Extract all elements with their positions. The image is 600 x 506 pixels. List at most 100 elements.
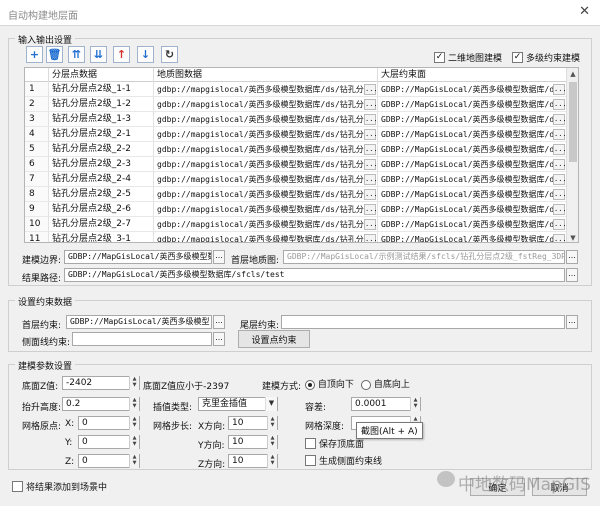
tolerance-spinner[interactable]: ▲ ▼ (410, 397, 420, 411)
lift-height-spinner[interactable]: ▲ ▼ (129, 397, 139, 411)
column-header-layer[interactable]: 分层点数据 (49, 68, 154, 82)
cell-browse-button[interactable]: ... (553, 203, 566, 215)
cell-browse-button[interactable]: ... (553, 158, 566, 170)
constraint-cell[interactable]: GDBP://MapGisLocal/英西多级模型数据库/ds/...... (378, 187, 567, 202)
table-row[interactable]: 3 钻孔分层点2级_1-3 gdbp://mapgislocal/英西多级模型数据库… (25, 112, 567, 127)
result-path-field[interactable]: GDBP://MapGisLocal/英西多级模型数据库/sfcls/test (64, 268, 565, 282)
side-constraint-field[interactable] (72, 332, 212, 346)
map-cell[interactable]: gdbp://mapgislocal/英西多级模型数据库/ds/钻孔分.....… (154, 82, 378, 97)
move-top-button[interactable]: ⇈ (68, 46, 85, 63)
constraint-cell[interactable]: GDBP://MapGisLocal/英西多级模型数据库/ds/...... (378, 112, 567, 127)
layer-cell[interactable]: 钻孔分层点2级_2-5 (49, 187, 154, 202)
tail-constraint-field[interactable] (281, 315, 565, 329)
column-header-map[interactable]: 地质图数据 (154, 68, 378, 82)
bottom-up-radio[interactable]: 自底向上 (361, 377, 410, 390)
map-cell[interactable]: gdbp://mapgislocal/英西多级模型数据库/ds/钻孔分.....… (154, 172, 378, 187)
cell-browse-button[interactable]: ... (553, 218, 566, 230)
gen-side-lines-checkbox[interactable]: 生成侧面约束线 (305, 454, 382, 467)
map-cell[interactable]: gdbp://mapgislocal/英西多级模型数据库/ds/钻孔分.....… (154, 157, 378, 172)
move-up-button[interactable]: ↑ (113, 46, 130, 63)
table-row[interactable]: 10 钻孔分层点2级_2-7 gdbp://mapgislocal/英西多级模型数据… (25, 217, 567, 232)
table-row[interactable]: 8 钻孔分层点2级_2-5 gdbp://mapgislocal/英西多级模型数据库… (25, 187, 567, 202)
cell-browse-button[interactable]: ... (364, 173, 377, 185)
constraint-cell[interactable]: GDBP://MapGisLocal/英西多级模型数据库/ds/...... (378, 142, 567, 157)
cell-browse-button[interactable]: ... (553, 143, 566, 155)
scroll-down-icon[interactable]: ▼ (567, 232, 578, 242)
top-constraint-field[interactable]: GDBP://MapGisLocal/英西多级模型 (66, 315, 212, 329)
scroll-up-icon[interactable]: ▲ (567, 68, 578, 80)
delete-button[interactable]: 🗑 (46, 46, 63, 63)
result-path-browse-button[interactable]: ... (566, 268, 578, 282)
table-row[interactable]: 7 钻孔分层点2级_2-4 gdbp://mapgislocal/英西多级模型数据库… (25, 172, 567, 187)
layer-cell[interactable]: 钻孔分层点2级_2-6 (49, 202, 154, 217)
layer-cell[interactable]: 钻孔分层点2级_2-2 (49, 142, 154, 157)
origin-y-spinner[interactable]: ▲ ▼ (129, 435, 139, 449)
constraint-cell[interactable]: GDBP://MapGisLocal/英西多级模型数据库/ds/...... (378, 157, 567, 172)
layer-cell[interactable]: 钻孔分层点2级_1-2 (49, 97, 154, 112)
constraint-cell[interactable]: GDBP://MapGisLocal/英西多级模型数据库/ds/...... (378, 202, 567, 217)
cell-browse-button[interactable]: ... (364, 128, 377, 140)
cell-browse-button[interactable]: ... (553, 113, 566, 125)
cell-browse-button[interactable]: ... (364, 218, 377, 230)
surface2d-checkbox[interactable]: ✓ 二维地图建模 (434, 51, 502, 64)
constraint-cell[interactable]: GDBP://MapGisLocal/英西多级模型数据库/ds/...... (378, 217, 567, 232)
map-cell[interactable]: gdbp://mapgislocal/英西多级模型数据库/ds/钻孔分.....… (154, 112, 378, 127)
cell-browse-button[interactable]: ... (364, 143, 377, 155)
cell-browse-button[interactable]: ... (553, 173, 566, 185)
top-constraint-browse-button[interactable]: ... (213, 315, 225, 329)
set-point-constraint-button[interactable]: 设置点约束 (238, 330, 310, 348)
step-x-spinner[interactable]: ▲ ▼ (267, 416, 277, 430)
origin-x-spinner[interactable]: ▲ ▼ (129, 416, 139, 430)
map-cell[interactable]: gdbp://mapgislocal/英西多级模型数据库/ds/钻孔分.....… (154, 202, 378, 217)
multi-constraint-checkbox[interactable]: ✓ 多级约束建模 (512, 51, 580, 64)
grid-scrollbar[interactable]: ▲ ▼ (566, 68, 578, 242)
cell-browse-button[interactable]: ... (364, 233, 377, 242)
chevron-down-icon[interactable]: ▼ (265, 397, 277, 411)
table-row[interactable]: 2 钻孔分层点2级_1-2 gdbp://mapgislocal/英西多级模型数据库… (25, 97, 567, 112)
layer-cell[interactable]: 钻孔分层点2级_1-1 (49, 82, 154, 97)
step-y-spinner[interactable]: ▲ ▼ (267, 435, 277, 449)
cell-browse-button[interactable]: ... (364, 113, 377, 125)
origin-z-spinner[interactable]: ▲ ▼ (129, 454, 139, 468)
cell-browse-button[interactable]: ... (553, 188, 566, 200)
table-row[interactable]: 4 钻孔分层点2级_2-1 gdbp://mapgislocal/英西多级模型数据库… (25, 127, 567, 142)
constraint-cell[interactable]: GDBP://MapGisLocal/英西多级模型数据库/ds/...... (378, 232, 567, 242)
add-to-scene-checkbox[interactable]: 将结果添加到场景中 (12, 480, 107, 493)
layer-cell[interactable]: 钻孔分层点2级_2-7 (49, 217, 154, 232)
cell-browse-button[interactable]: ... (364, 203, 377, 215)
cell-browse-button[interactable]: ... (364, 188, 377, 200)
move-bottom-button[interactable]: ⇊ (90, 46, 107, 63)
top-map-field[interactable]: GDBP://MapGisLocal/示例测试结果/sfcls/钻孔分层点2级_… (283, 250, 565, 264)
table-row[interactable]: 9 钻孔分层点2级_2-6 gdbp://mapgislocal/英西多级模型数据库… (25, 202, 567, 217)
keep-top-bottom-checkbox[interactable]: 保存顶底面 (305, 437, 364, 450)
map-cell[interactable]: gdbp://mapgislocal/英西多级模型数据库/ds/钻孔分.....… (154, 187, 378, 202)
constraint-cell[interactable]: GDBP://MapGisLocal/英西多级模型数据库/ds/...... (378, 172, 567, 187)
map-cell[interactable]: gdbp://mapgislocal/英西多级模型数据库/ds/钻孔分.....… (154, 217, 378, 232)
layer-cell[interactable]: 钻孔分层点2级_2-1 (49, 127, 154, 142)
move-down-button[interactable]: ↓ (137, 46, 154, 63)
cell-browse-button[interactable]: ... (553, 98, 566, 110)
map-cell[interactable]: gdbp://mapgislocal/英西多级模型数据库/ds/钻孔分.....… (154, 127, 378, 142)
layer-cell[interactable]: 钻孔分层点2级_2-3 (49, 157, 154, 172)
cell-browse-button[interactable]: ... (364, 158, 377, 170)
constraint-cell[interactable]: GDBP://MapGisLocal/英西多级模型数据库/ds/...... (378, 82, 567, 97)
boundary-browse-button[interactable]: ... (213, 250, 225, 264)
scroll-thumb[interactable] (569, 82, 577, 162)
cell-browse-button[interactable]: ... (553, 233, 566, 242)
column-header-constraint[interactable]: 大层约束面 (378, 68, 567, 82)
table-row[interactable]: 6 钻孔分层点2级_2-3 gdbp://mapgislocal/英西多级模型数据库… (25, 157, 567, 172)
map-cell[interactable]: gdbp://mapgislocal/英西多级模型数据库/ds/钻孔分.....… (154, 142, 378, 157)
cell-browse-button[interactable]: ... (364, 83, 377, 95)
close-icon[interactable]: ✕ (579, 4, 590, 19)
table-row[interactable]: 5 钻孔分层点2级_2-2 gdbp://mapgislocal/英西多级模型数据库… (25, 142, 567, 157)
map-cell[interactable]: gdbp://mapgislocal/英西多级模型数据库/ds/钻孔分.....… (154, 232, 378, 242)
constraint-cell[interactable]: GDBP://MapGisLocal/英西多级模型数据库/ds/...... (378, 127, 567, 142)
constraint-cell[interactable]: GDBP://MapGisLocal/英西多级模型数据库/ds/...... (378, 97, 567, 112)
tail-constraint-browse-button[interactable]: ... (566, 315, 578, 329)
layer-cell[interactable]: 钻孔分层点2级_2-4 (49, 172, 154, 187)
bottom-z-spinner[interactable]: ▲ ▼ (129, 376, 139, 390)
top-down-radio[interactable]: 自顶向下 (305, 377, 354, 390)
step-z-spinner[interactable]: ▲ ▼ (267, 454, 277, 468)
refresh-button[interactable]: ↻ (161, 46, 178, 63)
cell-browse-button[interactable]: ... (553, 83, 566, 95)
